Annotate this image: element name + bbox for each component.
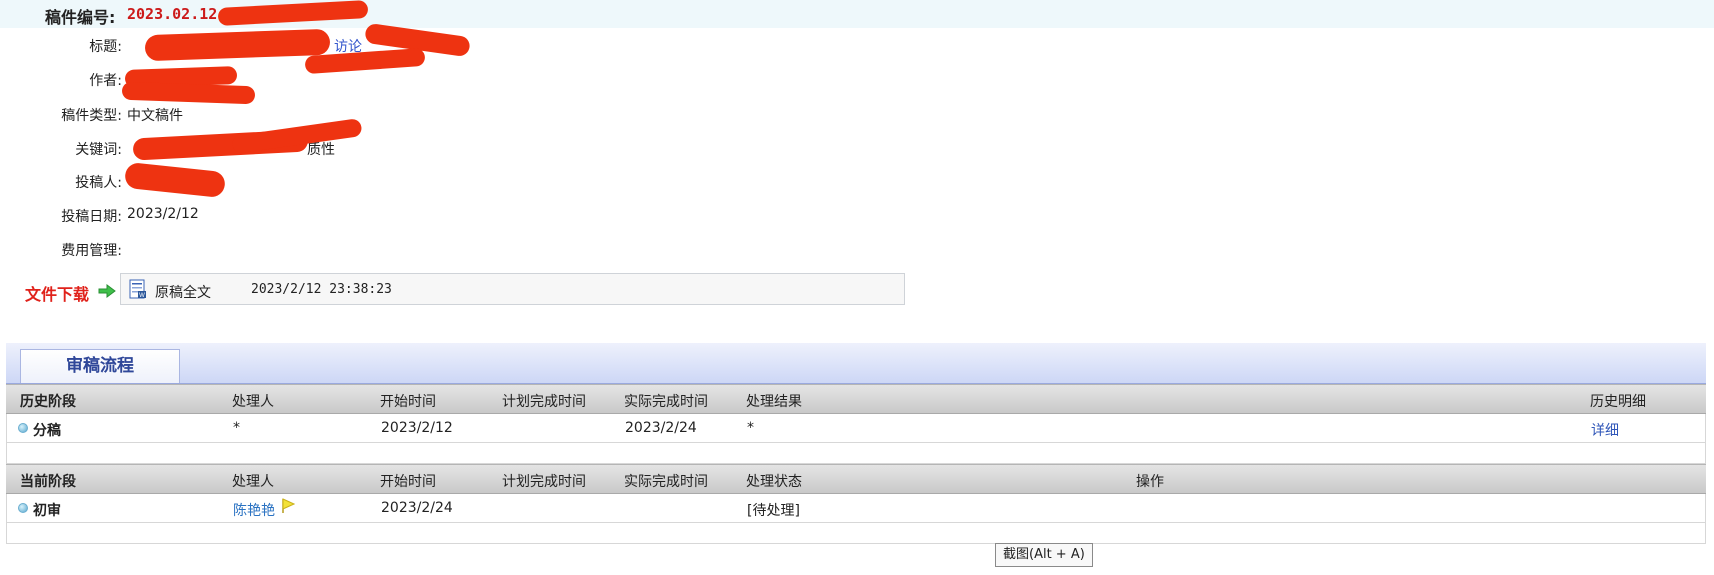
field-label: 稿件类型: — [61, 108, 122, 124]
manuscript-number-label: 稿件编号: — [45, 8, 116, 27]
col-planned-time: 计划完成时间 — [502, 394, 586, 410]
current-table-header: 当前阶段 处理人 开始时间 计划完成时间 实际完成时间 处理状态 操作 — [6, 464, 1706, 494]
field-label: 投稿人: — [75, 175, 122, 191]
file-download-label: 文件下载 — [25, 285, 90, 304]
review-process-band: 审稿流程 — [6, 343, 1706, 384]
table-spacer — [6, 443, 1706, 464]
col-current-stage: 当前阶段 — [20, 474, 76, 490]
tab-review-process[interactable]: 审稿流程 — [20, 349, 180, 383]
screenshot-tooltip: 截图(Alt + A) — [995, 543, 1093, 567]
flag-icon — [281, 498, 296, 518]
current-stage-cell: 初审 — [33, 503, 61, 519]
redaction-mark — [123, 161, 227, 199]
history-table-header: 历史阶段 处理人 开始时间 计划完成时间 实际完成时间 处理结果 历史明细 — [6, 384, 1706, 414]
history-actual-cell: 2023/2/24 — [625, 420, 697, 436]
field-label: 作者: — [89, 73, 122, 89]
table-row: 初审 陈艳艳 2023/2/24 [待处理] — [6, 494, 1706, 523]
table-spacer — [6, 523, 1706, 544]
col-handler: 处理人 — [232, 474, 274, 490]
col-action: 操作 — [1136, 474, 1164, 490]
col-history-stage: 历史阶段 — [20, 394, 76, 410]
redaction-mark — [144, 28, 331, 62]
svg-text:W: W — [139, 293, 145, 299]
col-result: 处理结果 — [746, 394, 802, 410]
original-manuscript-link[interactable]: 原稿全文 — [155, 282, 211, 302]
bullet-dot-icon — [18, 503, 28, 513]
word-document-icon[interactable]: W — [129, 279, 147, 303]
redaction-mark — [121, 81, 256, 105]
col-history-detail: 历史明细 — [1590, 394, 1646, 410]
file-upload-date: 2023/2/12 23:38:23 — [251, 282, 392, 297]
col-planned-time: 计划完成时间 — [502, 474, 586, 490]
submit-date-value: 2023/2/12 — [127, 206, 199, 222]
history-handler-cell: * — [233, 420, 240, 436]
current-handler-link[interactable]: 陈艳艳 — [233, 500, 275, 520]
col-status: 处理状态 — [746, 474, 802, 490]
current-start-cell: 2023/2/24 — [381, 500, 453, 516]
type-value: 中文稿件 — [127, 108, 183, 124]
col-actual-time: 实际完成时间 — [624, 394, 708, 410]
history-stage-cell: 分稿 — [33, 423, 61, 439]
bullet-dot-icon — [18, 423, 28, 433]
col-actual-time: 实际完成时间 — [624, 474, 708, 490]
field-label: 投稿日期: — [61, 209, 122, 225]
history-result-cell: * — [747, 420, 754, 436]
field-label: 费用管理: — [61, 243, 122, 259]
col-start-time: 开始时间 — [380, 394, 436, 410]
table-row: 分稿 * 2023/2/12 2023/2/24 * 详细 — [6, 414, 1706, 443]
green-arrow-icon — [98, 284, 116, 302]
field-label: 标题: — [89, 39, 122, 55]
history-detail-link[interactable]: 详细 — [1591, 420, 1619, 440]
col-start-time: 开始时间 — [380, 474, 436, 490]
file-download-box: W 原稿全文 2023/2/12 23:38:23 — [120, 273, 905, 305]
current-status-cell: [待处理] — [747, 503, 800, 519]
col-handler: 处理人 — [232, 394, 274, 410]
field-label: 关键词: — [75, 142, 122, 158]
history-start-cell: 2023/2/12 — [381, 420, 453, 436]
